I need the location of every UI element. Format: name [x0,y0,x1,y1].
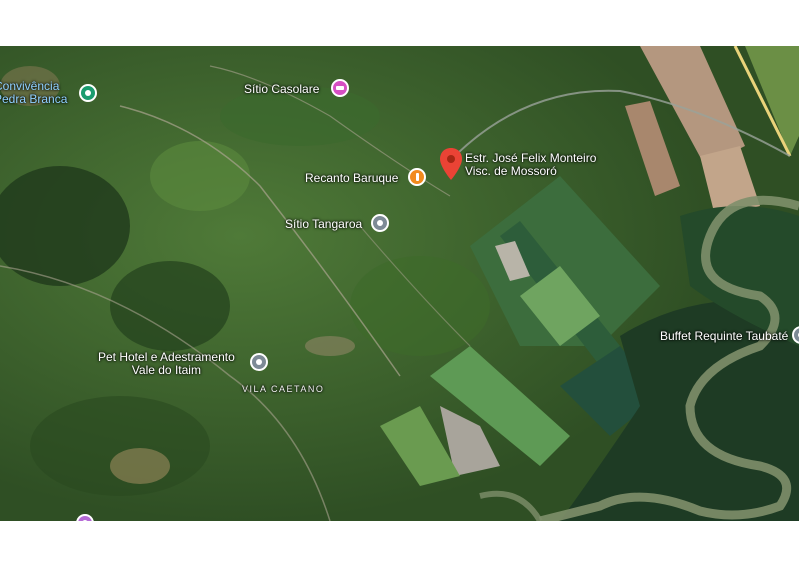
red-map-pin-icon[interactable] [440,148,462,180]
selected-place-label[interactable]: Estr. José Felix Monteiro Visc. de Mosso… [465,152,596,178]
satellite-imagery [0,46,799,521]
place-label-convivencia[interactable]: Convivência Pedra Branca [0,80,67,106]
place-name-line2: Pedra Branca [0,92,68,106]
satellite-map[interactable]: Convivência Pedra Branca Sítio Casolare … [0,46,799,521]
place-label-casolare[interactable]: Sítio Casolare [244,83,319,96]
place-label-tangaroa[interactable]: Sítio Tangaroa [285,218,362,231]
area-label-vila-caetano: VILA CAETANO [242,384,325,394]
place-icon[interactable] [371,214,389,232]
selected-place-line2: Visc. de Mossoró [465,164,557,178]
restaurant-icon[interactable] [408,168,426,186]
place-label-baruque[interactable]: Recanto Baruque [305,172,398,185]
place-name-line2: Vale do Itaim [131,363,201,377]
hotel-icon[interactable] [331,79,349,97]
place-label-pethotel[interactable]: Pet Hotel e Adestramento Vale do Itaim [98,351,235,377]
park-icon[interactable] [79,84,97,102]
place-icon[interactable] [250,353,268,371]
place-label-buffet[interactable]: Buffet Requinte Taubaté [660,330,788,343]
